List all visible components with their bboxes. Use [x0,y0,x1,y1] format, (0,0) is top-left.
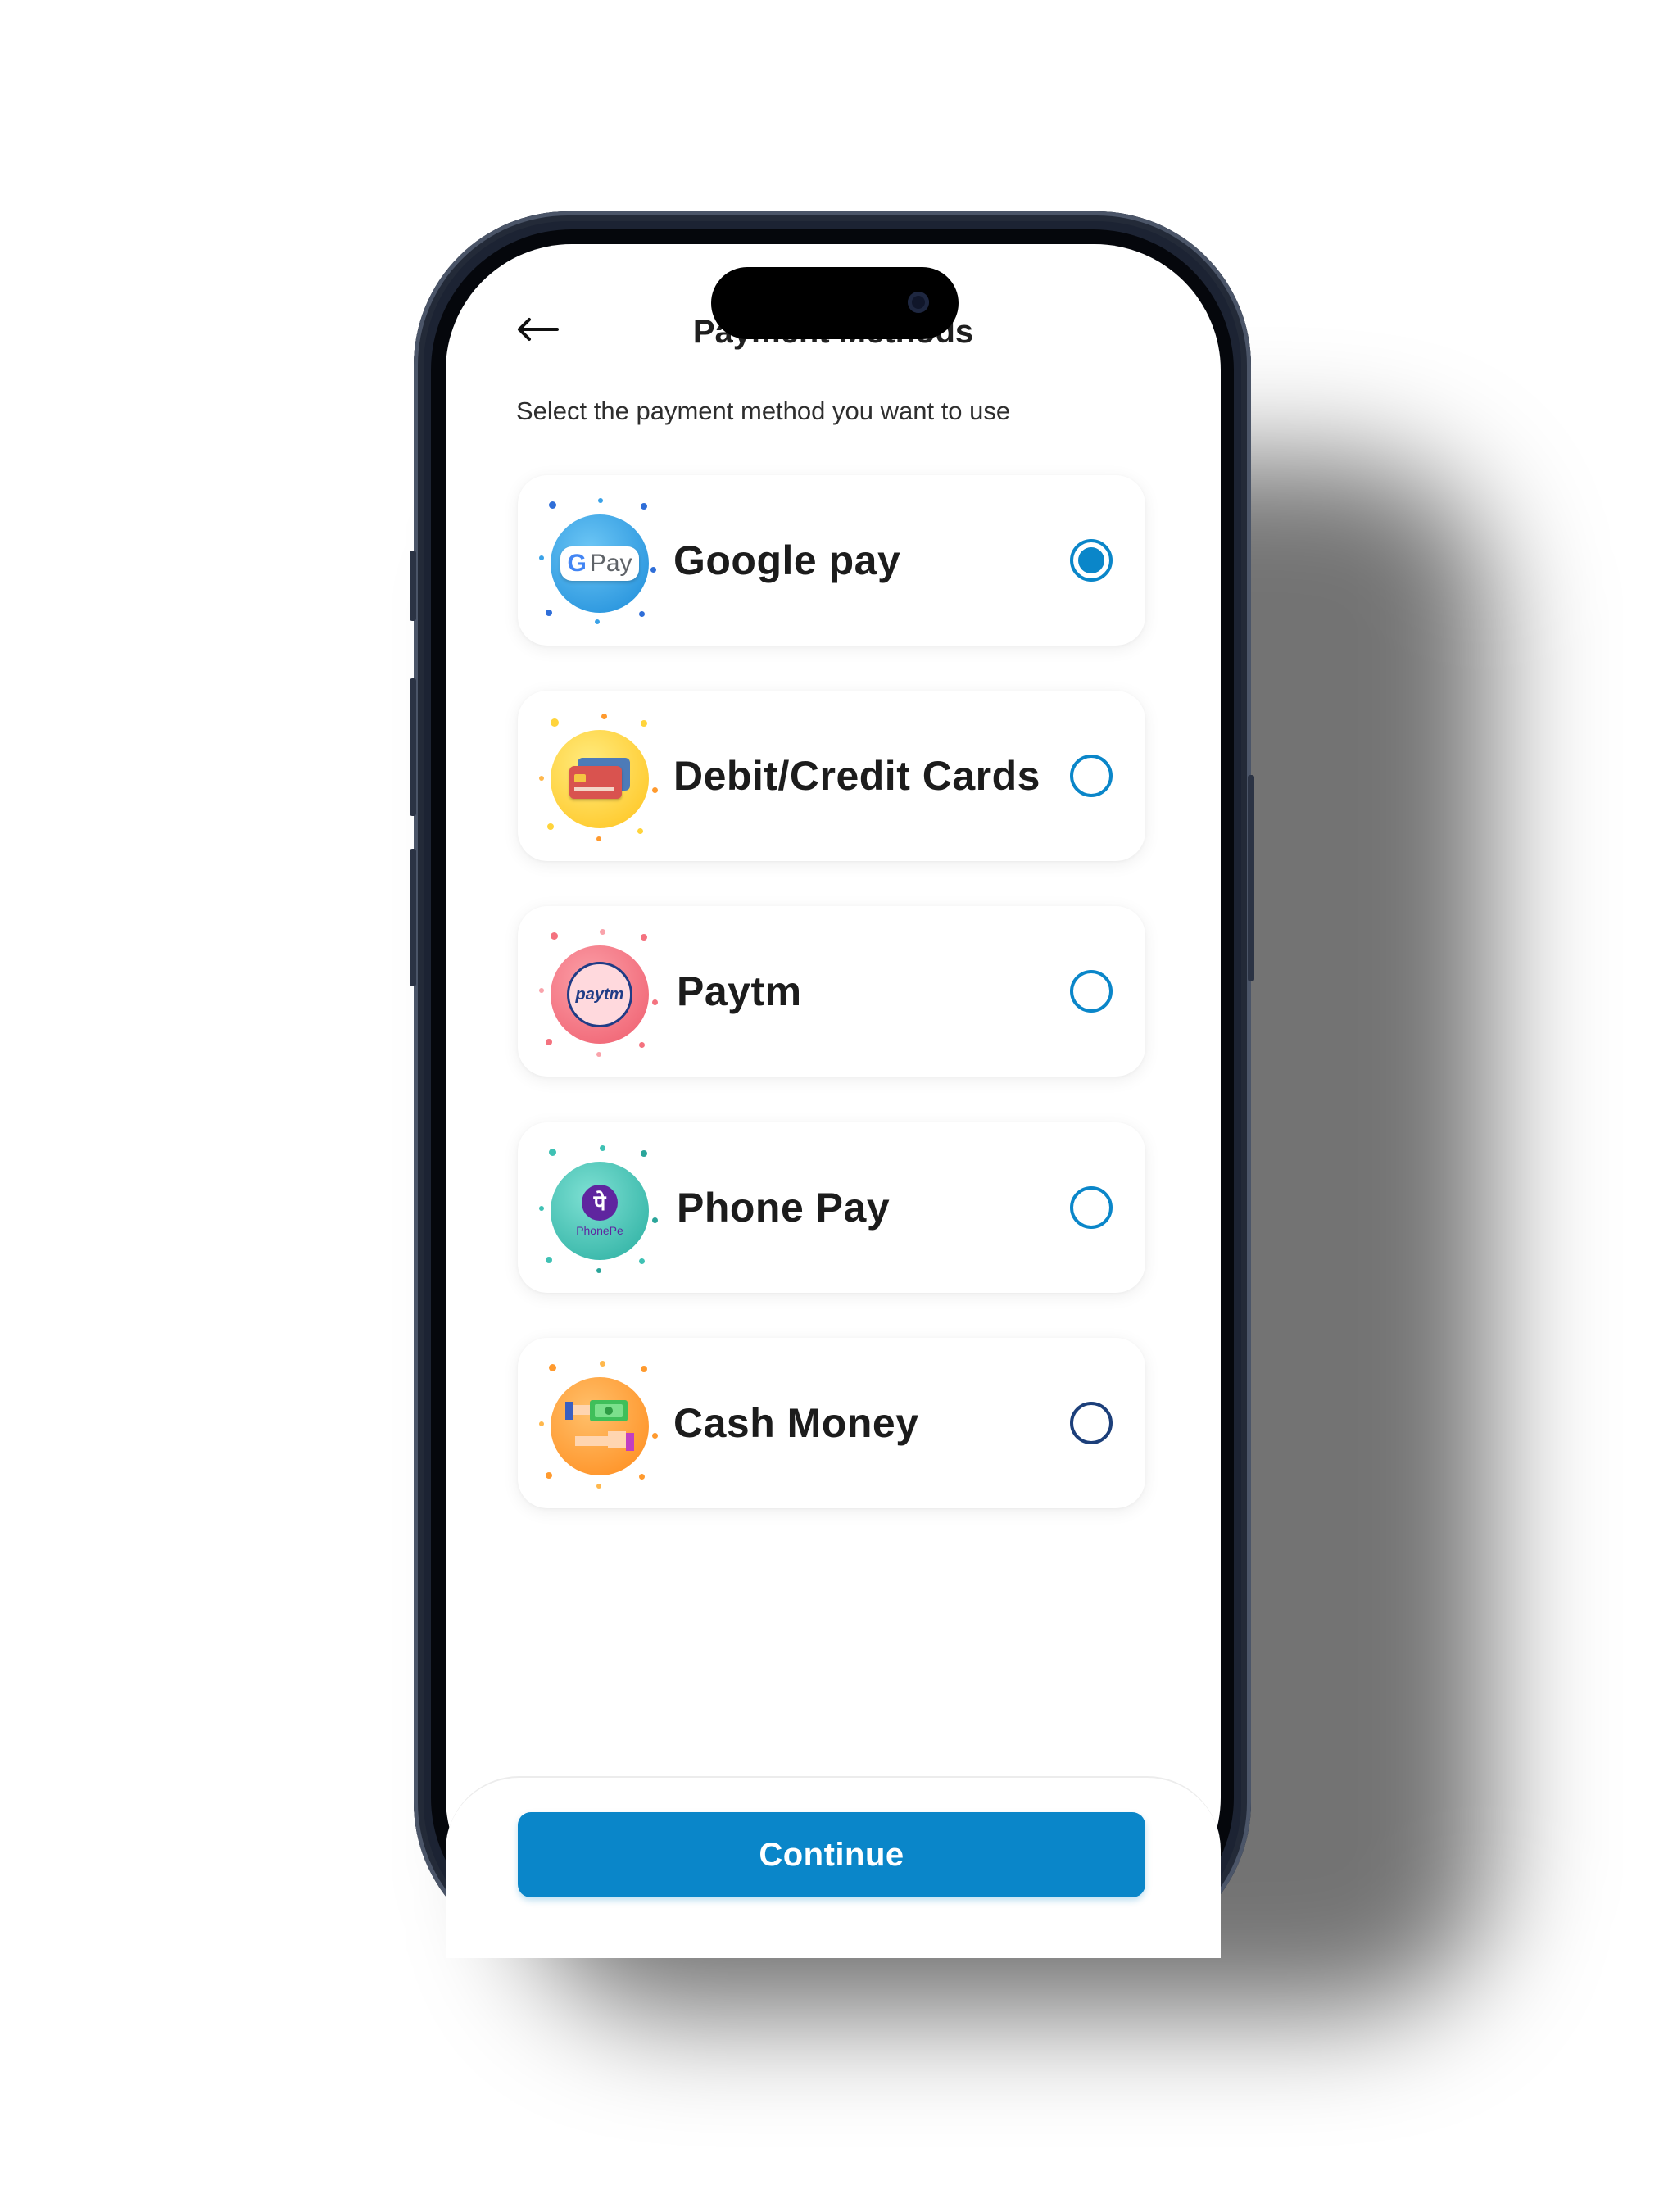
cards-logo [536,712,659,843]
payment-option-label: Debit/Credit Cards [673,753,1040,799]
radio-button[interactable] [1070,970,1113,1013]
phonepe-logo-text: PhonePe [576,1224,623,1237]
payment-option-label: Cash Money [673,1400,919,1446]
phonepe-glyph: पे [582,1185,618,1221]
action-button [410,551,416,621]
radio-button-selected[interactable] [1070,539,1113,582]
paytm-icon: paytm [551,945,649,1044]
radio-button[interactable] [1070,755,1113,797]
front-camera [908,292,929,313]
cash-hands-icon [551,1377,649,1475]
volume-up-button [410,678,416,816]
paytm-logo-text: paytm [575,985,624,1004]
payment-option-paytm[interactable]: paytm Paytm [518,906,1145,1077]
payment-option-google-pay[interactable]: G Pay Google pay [518,475,1145,646]
radio-button[interactable] [1070,1402,1113,1444]
arrow-left-icon [518,318,559,341]
phonepe-icon: पे PhonePe [551,1162,649,1260]
payment-option-label: Paytm [677,968,802,1014]
paytm-logo: paytm [536,927,659,1058]
payment-option-cash[interactable]: Cash Money [518,1338,1145,1508]
phonepe-logo: पे PhonePe [536,1144,659,1275]
volume-down-button [410,849,416,986]
cash-hands-illustration [565,1400,634,1451]
cash-logo [536,1359,659,1490]
payment-option-label: Phone Pay [677,1185,891,1231]
page-subtitle: Select the payment method you want to us… [516,397,1011,425]
back-button[interactable] [514,311,560,347]
google-pay-logo: G Pay [536,496,659,628]
continue-button[interactable]: Continue [518,1812,1145,1897]
payment-option-label: Google pay [673,537,901,583]
google-pay-icon: G Pay [551,514,649,613]
payment-option-phonepe[interactable]: पे PhonePe Phone Pay [518,1122,1145,1293]
radio-button[interactable] [1070,1186,1113,1229]
power-button [1248,775,1254,981]
credit-cards-icon [551,730,649,828]
payment-option-cards[interactable]: Debit/Credit Cards [518,691,1145,861]
